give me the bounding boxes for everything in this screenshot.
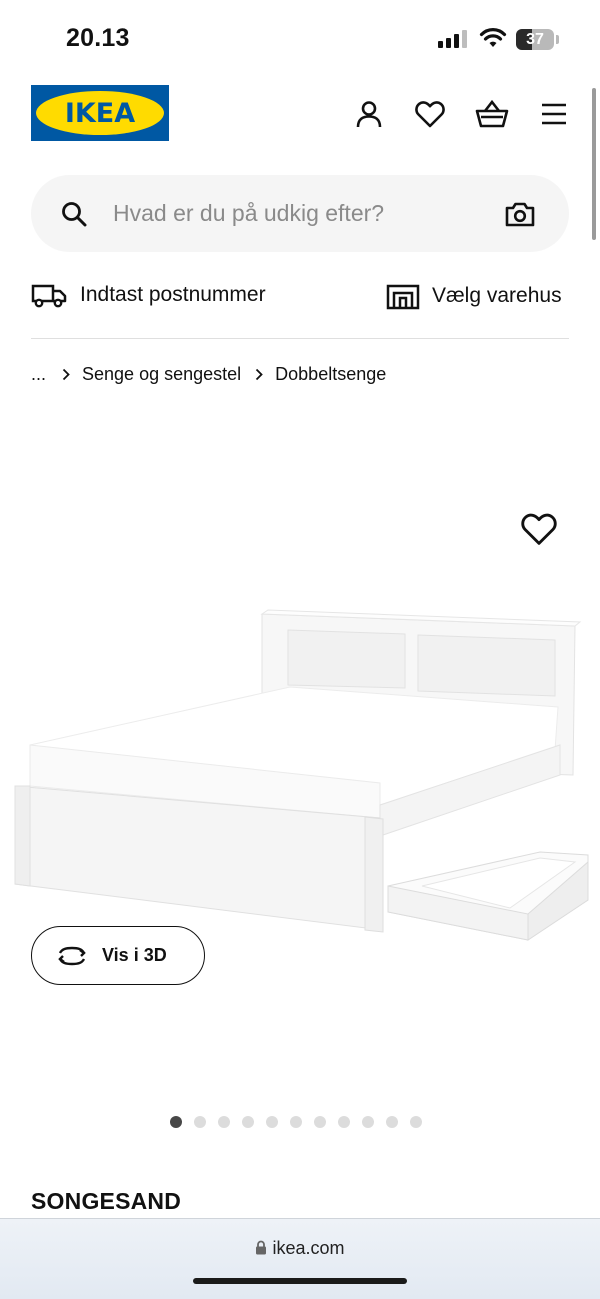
carousel-dot[interactable] [218, 1116, 230, 1128]
carousel-dot[interactable] [194, 1116, 206, 1128]
carousel-dot[interactable] [386, 1116, 398, 1128]
url-display[interactable]: ikea.com [0, 1238, 600, 1259]
menu-icon[interactable] [536, 96, 572, 132]
cellular-signal-icon [438, 30, 467, 48]
truck-icon [31, 284, 67, 308]
image-carousel-dots [170, 1116, 422, 1128]
postcode-selector[interactable]: Indtast postnummer [31, 282, 266, 308]
battery-level: 37 [526, 30, 544, 48]
carousel-dot[interactable] [170, 1116, 182, 1128]
search-icon [62, 202, 87, 227]
product-image[interactable] [10, 600, 600, 950]
breadcrumb-item-senge[interactable]: Senge og sengestel [82, 364, 241, 385]
search-input[interactable] [113, 193, 483, 233]
postcode-label: Indtast postnummer [80, 283, 266, 306]
carousel-dot[interactable] [290, 1116, 302, 1128]
search-bar[interactable] [31, 175, 569, 252]
carousel-dot[interactable] [410, 1116, 422, 1128]
breadcrumb-ellipsis[interactable]: ... [31, 364, 46, 385]
status-time: 20.13 [66, 24, 130, 52]
logo-oval: IKEA [36, 91, 164, 135]
basket-icon[interactable] [474, 96, 510, 132]
heart-icon[interactable] [412, 96, 448, 132]
carousel-dot[interactable] [242, 1116, 254, 1128]
view-in-3d-button[interactable]: Vis i 3D [31, 926, 205, 985]
store-label: Vælg varehus [432, 284, 562, 307]
rotate-3d-icon [58, 946, 86, 965]
scrollbar[interactable] [592, 88, 596, 240]
divider [31, 338, 569, 339]
carousel-dot[interactable] [362, 1116, 374, 1128]
store-selector[interactable]: Vælg varehus [386, 282, 562, 310]
carousel-dot[interactable] [338, 1116, 350, 1128]
favourite-heart-icon[interactable] [521, 512, 557, 546]
camera-icon[interactable] [505, 201, 535, 227]
battery-tip [556, 35, 559, 44]
lock-icon [256, 1240, 267, 1255]
chevron-right-icon [256, 368, 263, 381]
breadcrumb-item-dobbeltsenge[interactable]: Dobbeltsenge [275, 364, 386, 385]
wifi-icon [479, 28, 507, 47]
store-icon [386, 284, 420, 310]
carousel-dot[interactable] [314, 1116, 326, 1128]
breadcrumb: ... Senge og sengestel Dobbeltsenge [31, 364, 386, 385]
ikea-logo[interactable]: IKEA [31, 85, 169, 141]
user-icon[interactable] [351, 96, 387, 132]
logo-text: IKEA [64, 97, 136, 129]
product-name: SONGESAND [31, 1188, 182, 1214]
home-indicator[interactable] [193, 1278, 407, 1284]
battery-icon: 37 [516, 29, 554, 50]
view-in-3d-label: Vis i 3D [102, 945, 167, 965]
chevron-right-icon [62, 368, 70, 381]
carousel-dot[interactable] [266, 1116, 278, 1128]
url-text: ikea.com [272, 1238, 345, 1258]
